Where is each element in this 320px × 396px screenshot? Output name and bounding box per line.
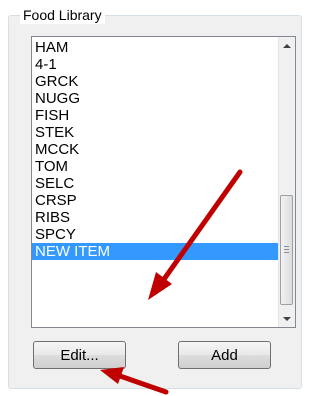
edit-button[interactable]: Edit...	[33, 341, 126, 369]
vertical-scrollbar[interactable]	[278, 37, 295, 327]
scroll-grip-icon	[284, 246, 289, 253]
list-item[interactable]: STEK	[32, 124, 278, 141]
scroll-up-arrow-icon	[283, 43, 291, 48]
list-item[interactable]: SPCY	[32, 226, 278, 243]
list-item[interactable]: 4-1	[32, 56, 278, 73]
scroll-up-button[interactable]	[279, 37, 295, 54]
scroll-thumb[interactable]	[280, 195, 293, 305]
list-item[interactable]: MCCK	[32, 141, 278, 158]
list-item[interactable]: NUGG	[32, 90, 278, 107]
list-item-selected[interactable]: NEW ITEM	[32, 243, 278, 260]
scroll-down-button[interactable]	[279, 310, 295, 327]
list-item[interactable]: SELC	[32, 175, 278, 192]
scroll-down-arrow-icon	[283, 316, 291, 321]
list-items: HAM 4-1 GRCK NUGG FISH STEK MCCK TOM SEL…	[32, 39, 278, 260]
list-item[interactable]: GRCK	[32, 73, 278, 90]
list-item[interactable]: FISH	[32, 107, 278, 124]
group-title: Food Library	[20, 6, 105, 24]
list-item[interactable]: RIBS	[32, 209, 278, 226]
food-library-listbox[interactable]: HAM 4-1 GRCK NUGG FISH STEK MCCK TOM SEL…	[31, 36, 296, 328]
list-item[interactable]: CRSP	[32, 192, 278, 209]
add-button[interactable]: Add	[178, 341, 271, 369]
list-item[interactable]: TOM	[32, 158, 278, 175]
list-item[interactable]: HAM	[32, 39, 278, 56]
